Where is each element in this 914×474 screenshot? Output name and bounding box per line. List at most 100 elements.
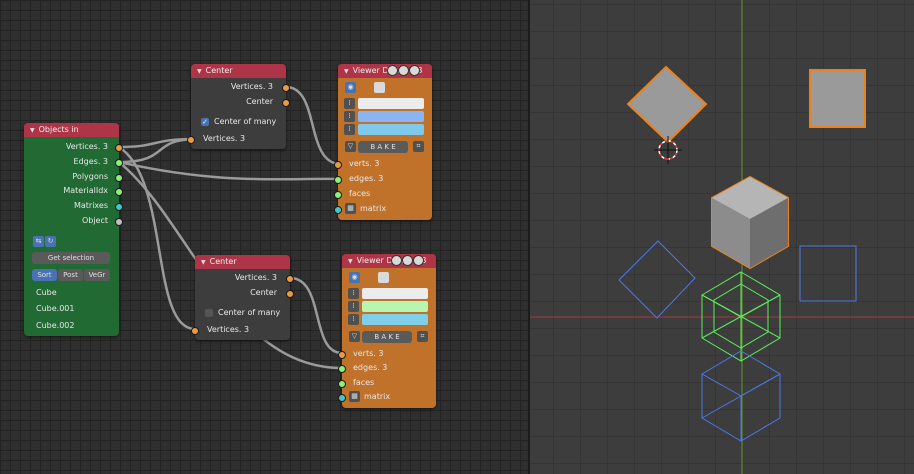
input-faces: faces xyxy=(353,378,375,387)
solid-cube-object xyxy=(711,175,789,270)
node-editor[interactable]: ▼ Objects in Vertices. 3 Edges. 3 Polygon… xyxy=(0,0,530,474)
center-node-bottom[interactable]: ▼ Center Vertices. 3 Center Center of man… xyxy=(191,255,294,340)
edge-color-swatch[interactable] xyxy=(358,111,424,122)
vertex-color-swatch[interactable] xyxy=(362,288,428,299)
vertex-toggle-icon[interactable] xyxy=(387,65,398,76)
socket-edges-in[interactable] xyxy=(338,365,346,373)
center-node-top[interactable]: ▼ Center Vertices. 3 Center ✓ Center of m… xyxy=(187,64,290,149)
output-center: Center xyxy=(250,288,277,297)
input-faces: faces xyxy=(349,189,371,198)
collapse-triangle-icon[interactable]: ▼ xyxy=(344,68,349,75)
output-center: Center xyxy=(246,97,273,106)
socket-matrixes[interactable] xyxy=(115,203,123,211)
node-title: Objects in xyxy=(38,125,79,134)
object-item-cube-001: Cube.001 xyxy=(36,304,75,313)
input-verts: verts. 3 xyxy=(353,349,384,358)
objects-in-node[interactable]: ▼ Objects in Vertices. 3 Edges. 3 Polygon… xyxy=(24,123,123,336)
bake-button[interactable]: B A K E xyxy=(358,141,408,153)
edge-color-swatch[interactable] xyxy=(362,301,428,312)
mode-icon[interactable]: ⇆ xyxy=(33,236,44,247)
wire-rotated-square xyxy=(618,240,696,319)
face-color-swatch[interactable] xyxy=(358,124,424,135)
socket-verts-in[interactable] xyxy=(338,351,346,359)
display-mode-icon[interactable] xyxy=(378,272,389,283)
output-object: Object xyxy=(81,216,108,225)
output-matrixes: Matrixes xyxy=(73,201,108,210)
input-matrix: matrix xyxy=(360,204,387,213)
objects-in-header[interactable]: ▼ Objects in xyxy=(24,123,119,137)
socket-vertices-out[interactable] xyxy=(286,275,294,283)
node-title: Center xyxy=(205,66,233,75)
bake-options-icon[interactable]: ⌗ xyxy=(417,331,428,342)
get-selection-button[interactable]: Get selection xyxy=(32,252,110,264)
socket-vertices-in[interactable] xyxy=(187,136,195,144)
output-vertices: Vertices. 3 xyxy=(65,142,108,151)
vertex-color-swatch[interactable] xyxy=(358,98,424,109)
socket-center-out[interactable] xyxy=(286,290,294,298)
vertex-color-icon: ⁞ xyxy=(348,288,359,299)
vertex-toggle-icon[interactable] xyxy=(391,255,402,266)
input-vertices: Vertices. 3 xyxy=(203,134,246,143)
wire-square xyxy=(799,245,857,302)
center-of-many-label: Center of many xyxy=(214,117,277,126)
wire-cube-blue xyxy=(701,350,781,442)
viewport-scene xyxy=(530,0,914,474)
display-mode-icon[interactable] xyxy=(374,82,385,93)
sort-button[interactable]: Sort xyxy=(32,269,57,281)
object-item-cube-002: Cube.002 xyxy=(36,321,75,330)
center-of-many-label: Center of many xyxy=(218,308,281,317)
socket-object[interactable] xyxy=(115,218,123,226)
viewer-draw-node-bottom[interactable]: ▼Viewer Draw Mk3 ◉ ⁞ ⁞ ⁞ ▽ B A K E ⌗ ver… xyxy=(338,254,436,408)
object-item-cube: Cube xyxy=(36,288,57,297)
bake-dropdown-icon[interactable]: ▽ xyxy=(345,141,356,152)
socket-faces-in[interactable] xyxy=(334,191,342,199)
socket-center-out[interactable] xyxy=(282,99,290,107)
socket-faces-in[interactable] xyxy=(338,380,346,388)
socket-vertices[interactable] xyxy=(115,144,123,152)
collapse-triangle-icon[interactable]: ▼ xyxy=(30,127,35,134)
face-toggle-icon[interactable] xyxy=(409,65,420,76)
eye-icon[interactable]: ◉ xyxy=(349,272,360,283)
collapse-triangle-icon[interactable]: ▼ xyxy=(201,259,206,266)
face-color-icon: ⁞ xyxy=(348,314,359,325)
face-toggle-icon[interactable] xyxy=(413,255,424,266)
viewer-draw-node-top[interactable]: ▼Viewer Draw Mk3 ◉ ⁞ ⁞ ⁞ ▽ B A K E ⌗ ver… xyxy=(334,64,432,220)
output-polygons: Polygons xyxy=(72,172,108,181)
bake-dropdown-icon[interactable]: ▽ xyxy=(349,331,360,342)
center-of-many-checkbox[interactable]: ✓ xyxy=(201,118,209,126)
socket-matrix-in[interactable] xyxy=(338,394,346,402)
socket-verts-in[interactable] xyxy=(334,161,342,169)
socket-edges[interactable] xyxy=(115,159,123,167)
socket-polygons[interactable] xyxy=(115,174,123,182)
collapse-triangle-icon[interactable]: ▼ xyxy=(197,68,202,75)
3d-cursor xyxy=(654,136,682,164)
output-vertices: Vertices. 3 xyxy=(230,82,273,91)
input-vertices: Vertices. 3 xyxy=(207,325,250,334)
center-header[interactable]: ▼ Center xyxy=(195,255,290,269)
socket-materialidx[interactable] xyxy=(115,188,123,196)
socket-vertices-in[interactable] xyxy=(191,327,199,335)
socket-matrix-in[interactable] xyxy=(334,206,342,214)
collapse-triangle-icon[interactable]: ▼ xyxy=(348,258,353,265)
socket-edges-in[interactable] xyxy=(334,176,342,184)
eye-icon[interactable]: ◉ xyxy=(345,82,356,93)
matrix-icon: ▦ xyxy=(349,391,360,402)
vegr-button[interactable]: VeGr xyxy=(84,269,110,281)
center-of-many-checkbox[interactable] xyxy=(205,309,213,317)
center-header[interactable]: ▼ Center xyxy=(191,64,286,78)
socket-vertices-out[interactable] xyxy=(282,84,290,92)
face-color-swatch[interactable] xyxy=(362,314,428,325)
edge-toggle-icon[interactable] xyxy=(398,65,409,76)
bake-options-icon[interactable]: ⌗ xyxy=(413,141,424,152)
input-edges: edges. 3 xyxy=(349,174,384,183)
refresh-icon[interactable]: ↻ xyxy=(45,236,56,247)
bake-button[interactable]: B A K E xyxy=(362,331,412,343)
output-materialidx: MaterialIdx xyxy=(63,186,108,195)
output-edges: Edges. 3 xyxy=(73,157,108,166)
post-button[interactable]: Post xyxy=(58,269,83,281)
node-title: Center xyxy=(209,257,237,266)
rotated-plane-object xyxy=(626,65,708,144)
3d-viewport[interactable] xyxy=(530,0,914,474)
edge-color-icon: ⁞ xyxy=(348,301,359,312)
edge-toggle-icon[interactable] xyxy=(402,255,413,266)
